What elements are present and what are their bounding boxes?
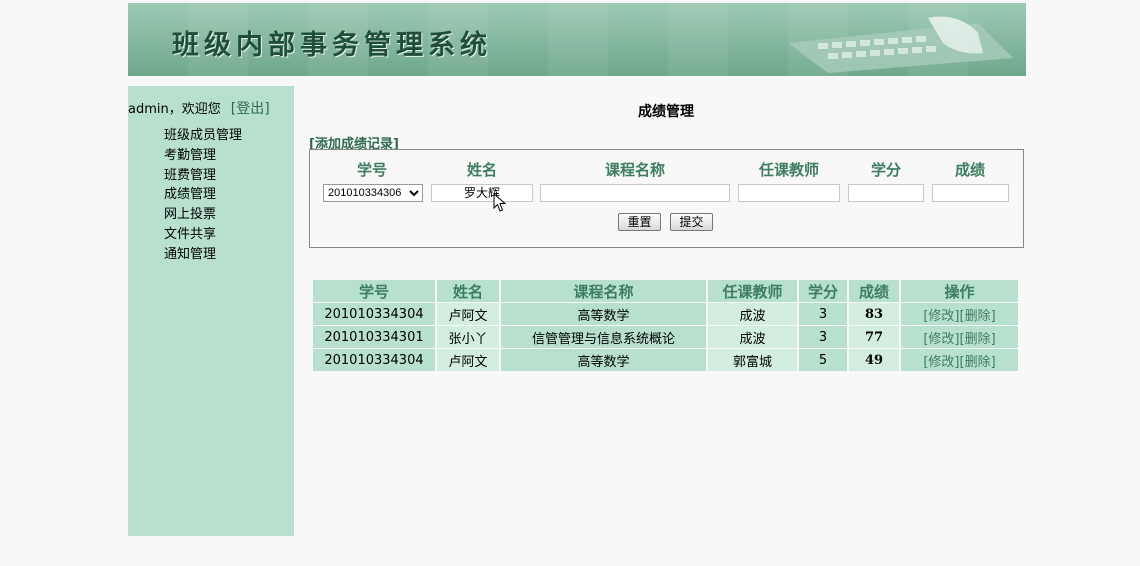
form-header-name: 姓名 — [466, 161, 497, 179]
edit-link[interactable]: [修改] — [923, 332, 959, 347]
teacher-field[interactable] — [738, 184, 840, 202]
col-header-id: 学号 — [313, 280, 435, 302]
cell-name: 卢阿文 — [437, 349, 499, 371]
table-row: 201010334301 张小丫 信管管理与信息系统概论 成波 3 77 [修改… — [313, 326, 1018, 348]
cell-ops: [修改][删除] — [901, 349, 1018, 371]
reset-button[interactable]: 重置 — [618, 213, 661, 231]
col-header-ops: 操作 — [901, 280, 1018, 302]
cell-teacher: 郭富城 — [708, 349, 797, 371]
col-header-score: 成绩 — [849, 280, 899, 302]
cell-name: 卢阿文 — [437, 303, 499, 325]
logout-link[interactable]: [登出] — [231, 101, 270, 117]
user-info: admin，欢迎您 [登出] — [128, 98, 270, 118]
cell-credit: 3 — [799, 326, 847, 348]
form-header-score: 成绩 — [954, 161, 985, 179]
form-header-id: 学号 — [356, 161, 387, 179]
student-id-select[interactable]: 201010334306 — [323, 184, 423, 202]
table-row: 201010334304 卢阿文 高等数学 郭富城 5 49 [修改][删除] — [313, 349, 1018, 371]
course-field[interactable] — [540, 184, 730, 202]
form-header-course: 课程名称 — [604, 161, 665, 179]
mouse-cursor-icon — [493, 193, 507, 212]
cell-score: 49 — [849, 349, 899, 371]
col-header-credit: 学分 — [799, 280, 847, 302]
edit-link[interactable]: [修改] — [923, 355, 959, 370]
cell-ops: [修改][删除] — [901, 303, 1018, 325]
col-header-teacher: 任课教师 — [708, 280, 797, 302]
credit-field[interactable] — [848, 184, 924, 202]
name-field[interactable] — [431, 184, 533, 202]
edit-link[interactable]: [修改] — [923, 309, 959, 324]
header-banner: 班级内部事务管理系统 — [128, 3, 1026, 76]
form-header-teacher: 任课教师 — [758, 161, 819, 179]
add-grade-form: 学号 姓名 课程名称 任课教师 学分 成绩 201010334306 重置 提交 — [309, 149, 1024, 248]
nav-item-files[interactable]: 文件共享 — [164, 225, 242, 245]
submit-button[interactable]: 提交 — [670, 213, 713, 231]
nav-item-fees[interactable]: 班费管理 — [164, 166, 242, 186]
cell-credit: 5 — [799, 349, 847, 371]
delete-link[interactable]: [删除] — [960, 332, 996, 347]
greeting-text: admin，欢迎您 — [128, 102, 221, 117]
cell-course: 信管管理与信息系统概论 — [501, 326, 706, 348]
nav-menu: 班级成员管理 考勤管理 班费管理 成绩管理 网上投票 文件共享 通知管理 — [164, 126, 242, 265]
cell-course: 高等数学 — [501, 303, 706, 325]
cell-score: 83 — [849, 303, 899, 325]
page-title: 成绩管理 — [638, 104, 694, 120]
cell-score: 77 — [849, 326, 899, 348]
cell-teacher: 成波 — [708, 303, 797, 325]
cell-credit: 3 — [799, 303, 847, 325]
grades-table: 学号 姓名 课程名称 任课教师 学分 成绩 操作 201010334304 卢阿… — [311, 279, 1020, 372]
table-row: 201010334304 卢阿文 高等数学 成波 3 83 [修改][删除] — [313, 303, 1018, 325]
cell-id: 201010334304 — [313, 349, 435, 371]
cell-course: 高等数学 — [501, 349, 706, 371]
nav-item-notices[interactable]: 通知管理 — [164, 245, 242, 265]
keyboard-hand-icon — [788, 16, 1013, 73]
sidebar: admin，欢迎您 [登出] 班级成员管理 考勤管理 班费管理 成绩管理 网上投票… — [128, 86, 294, 536]
system-title: 班级内部事务管理系统 — [172, 30, 492, 61]
cell-name: 张小丫 — [437, 326, 499, 348]
cell-ops: [修改][删除] — [901, 326, 1018, 348]
cell-teacher: 成波 — [708, 326, 797, 348]
nav-item-grades[interactable]: 成绩管理 — [164, 185, 242, 205]
cell-id: 201010334301 — [313, 326, 435, 348]
col-header-name: 姓名 — [437, 280, 499, 302]
nav-item-members[interactable]: 班级成员管理 — [164, 126, 242, 146]
cell-id: 201010334304 — [313, 303, 435, 325]
col-header-course: 课程名称 — [501, 280, 706, 302]
nav-item-attendance[interactable]: 考勤管理 — [164, 146, 242, 166]
delete-link[interactable]: [删除] — [960, 309, 996, 324]
delete-link[interactable]: [删除] — [960, 355, 996, 370]
table-header-row: 学号 姓名 课程名称 任课教师 学分 成绩 操作 — [313, 280, 1018, 302]
nav-item-voting[interactable]: 网上投票 — [164, 205, 242, 225]
score-field[interactable] — [932, 184, 1009, 202]
form-header-credit: 学分 — [870, 161, 901, 179]
